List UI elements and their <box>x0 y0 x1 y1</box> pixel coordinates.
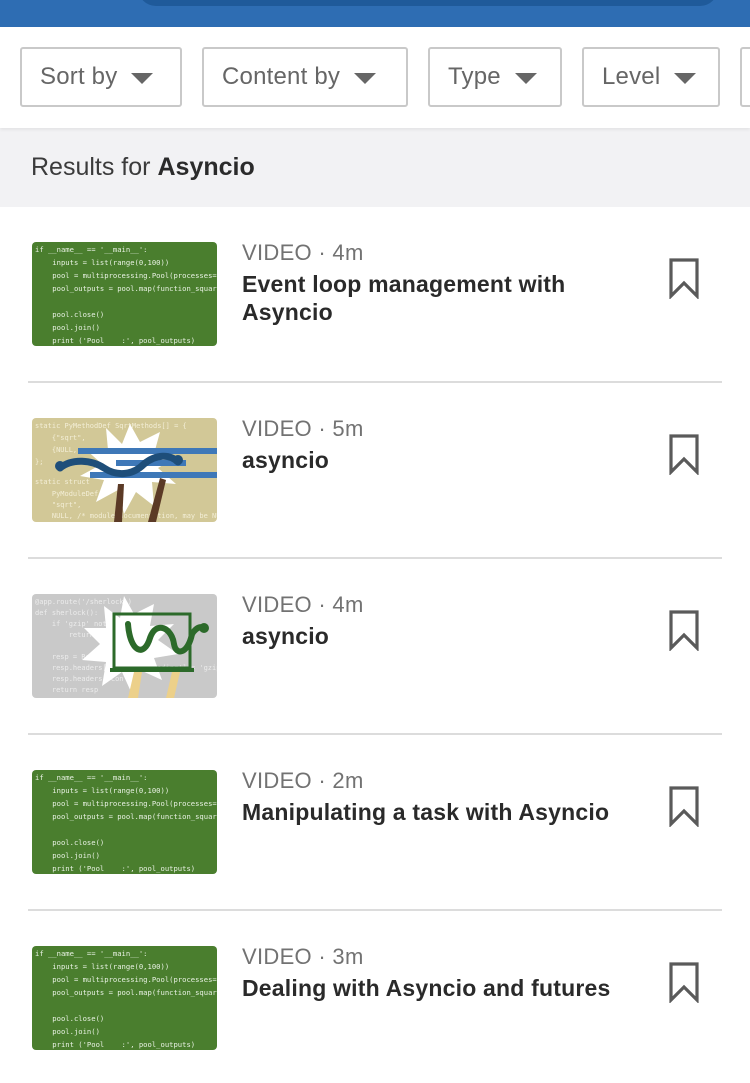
code-line: pool_outputs = pool.map(function_square,… <box>35 284 217 293</box>
code-line: static struct <box>35 478 90 486</box>
code-line: {NULL, <box>35 446 77 454</box>
green-code-thumbnail: if __name__ == '__main__': inputs = list… <box>32 946 217 1050</box>
code-line: pool = multiprocessing.Pool(processes=4) <box>35 975 217 984</box>
code-line: PyModuleDef <box>35 490 98 498</box>
code-line: return resp <box>35 686 98 694</box>
code-line: pool.close() <box>35 1014 104 1023</box>
more-filter[interactable] <box>740 47 750 107</box>
code-line: pool = multiprocessing.Pool(processes=4) <box>35 799 217 808</box>
video-thumbnail[interactable]: @app.route('/sherlock') def sherlock(): … <box>32 594 217 698</box>
caret-down-icon <box>674 72 697 84</box>
code-line: @app.route('/sherlock') <box>35 598 132 606</box>
code-line: }; <box>35 458 43 466</box>
video-thumbnail[interactable]: if __name__ == '__main__': inputs = list… <box>32 946 217 1050</box>
bookmark-icon[interactable] <box>668 433 700 475</box>
item-duration: 2m <box>332 768 364 793</box>
item-type: VIDEO <box>242 768 312 793</box>
results-query: Asyncio <box>157 153 255 181</box>
code-line: inputs = list(range(0,100)) <box>35 258 169 267</box>
code-line: pool_outputs = pool.map(function_square,… <box>35 988 217 997</box>
list-item[interactable]: if __name__ == '__main__': inputs = list… <box>0 911 750 1083</box>
code-line: print ('Pool :', pool_outputs) <box>35 336 195 345</box>
bookmark-icon[interactable] <box>668 257 700 299</box>
item-title[interactable]: Dealing with Asyncio and futures <box>242 974 642 1002</box>
item-duration: 4m <box>332 240 364 265</box>
bookmark-icon[interactable] <box>668 609 700 651</box>
item-meta: VIDEO · 2m <box>242 768 364 793</box>
code-line: "sqrt", <box>35 501 81 509</box>
code-line: inputs = list(range(0,100)) <box>35 786 169 795</box>
green-code-thumbnail: if __name__ == '__main__': inputs = list… <box>32 770 217 874</box>
item-meta: VIDEO · 4m <box>242 592 364 617</box>
item-title[interactable]: asyncio <box>242 446 642 474</box>
video-thumbnail[interactable]: static PyMethodDef SqrtMethods[] = { {"s… <box>32 418 217 522</box>
level-label: Level <box>602 63 661 90</box>
code-line: pool.close() <box>35 838 104 847</box>
item-meta: VIDEO · 5m <box>242 416 364 441</box>
gray-python-thumbnail: @app.route('/sherlock') def sherlock(): … <box>32 594 217 698</box>
sort-by-filter[interactable]: Sort by <box>20 47 182 107</box>
list-item[interactable]: if __name__ == '__main__': inputs = list… <box>0 207 750 383</box>
code-line: inputs = list(range(0,100)) <box>35 962 169 971</box>
code-line: pool.close() <box>35 310 104 319</box>
type-filter[interactable]: Type <box>428 47 562 107</box>
list-item[interactable]: @app.route('/sherlock') def sherlock(): … <box>0 559 750 735</box>
code-line: return <box>35 631 94 639</box>
code-line: static PyMethodDef SqrtMethods[] = { <box>35 422 187 430</box>
code-line: def sherlock(): <box>35 609 98 617</box>
code-line: pool.join() <box>35 323 100 332</box>
code-line: NULL, /* module documentation, may be NU… <box>35 512 217 520</box>
code-line: pool_outputs = pool.map(function_square,… <box>35 812 217 821</box>
caret-down-icon <box>354 72 377 84</box>
item-type: VIDEO <box>242 592 312 617</box>
item-title[interactable]: asyncio <box>242 622 642 650</box>
item-meta: VIDEO · 3m <box>242 944 364 969</box>
item-duration: 5m <box>332 416 364 441</box>
item-duration: 3m <box>332 944 364 969</box>
list-item[interactable]: static PyMethodDef SqrtMethods[] = { {"s… <box>0 383 750 559</box>
search-bar[interactable] <box>138 0 718 6</box>
level-filter[interactable]: Level <box>582 47 720 107</box>
video-thumbnail[interactable]: if __name__ == '__main__': inputs = list… <box>32 770 217 874</box>
code-line: print ('Pool :', pool_outputs) <box>35 1040 195 1049</box>
item-meta: VIDEO · 4m <box>242 240 364 265</box>
content-by-filter[interactable]: Content by <box>202 47 408 107</box>
filter-bar: Sort by Content by Type Level <box>0 27 750 128</box>
bookmark-icon[interactable] <box>668 785 700 827</box>
caret-down-icon <box>131 72 154 84</box>
code-line: if __name__ == '__main__': <box>35 773 148 782</box>
item-type: VIDEO <box>242 416 312 441</box>
green-code-thumbnail: if __name__ == '__main__': inputs = list… <box>32 242 217 346</box>
code-line: if __name__ == '__main__': <box>35 949 148 958</box>
caret-down-icon <box>514 72 537 84</box>
code-line: print ('Pool :', pool_outputs) <box>35 864 195 873</box>
item-duration: 4m <box>332 592 364 617</box>
results-header: Results for Asyncio <box>0 128 750 207</box>
top-app-bar <box>0 0 750 27</box>
item-type: VIDEO <box>242 240 312 265</box>
tan-python-thumbnail: static PyMethodDef SqrtMethods[] = { {"s… <box>32 418 217 522</box>
item-title[interactable]: Event loop management with Asyncio <box>242 270 642 326</box>
item-type: VIDEO <box>242 944 312 969</box>
item-title[interactable]: Manipulating a task with Asyncio <box>242 798 642 826</box>
results-prefix: Results for <box>31 153 151 181</box>
bookmark-icon[interactable] <box>668 961 700 1003</box>
content-by-label: Content by <box>222 63 341 90</box>
list-item[interactable]: if __name__ == '__main__': inputs = list… <box>0 735 750 911</box>
code-line: pool.join() <box>35 1027 100 1036</box>
video-thumbnail[interactable]: if __name__ == '__main__': inputs = list… <box>32 242 217 346</box>
sort-by-label: Sort by <box>40 63 118 90</box>
code-line: pool = multiprocessing.Pool(processes=4) <box>35 271 217 280</box>
type-label: Type <box>448 63 501 90</box>
code-line: pool.join() <box>35 851 100 860</box>
code-line: if __name__ == '__main__': <box>35 245 148 254</box>
code-line: {"sqrt", <box>35 434 86 442</box>
